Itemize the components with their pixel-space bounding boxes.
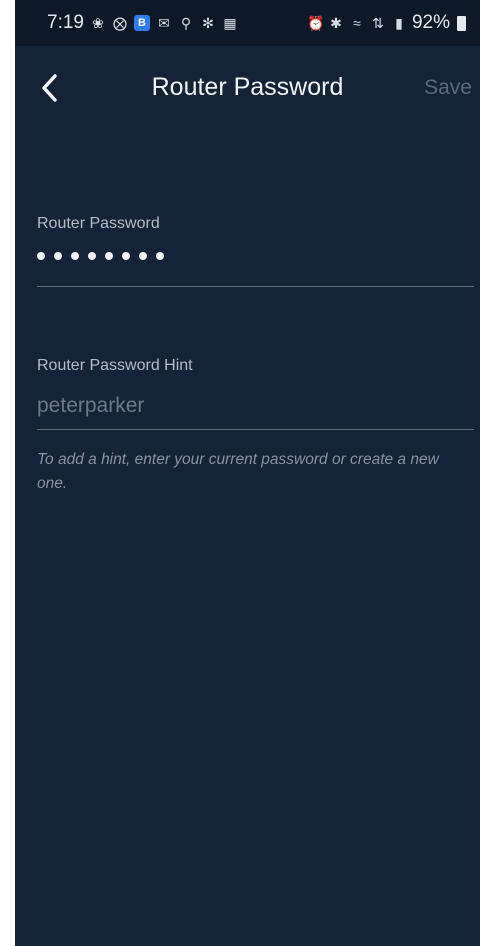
password-mask-dot <box>88 252 96 260</box>
blue-app-icon: B <box>133 15 150 31</box>
password-mask-dot <box>71 252 79 260</box>
status-bar: 7:19 ❀ ⨂ B ✉ ⚲ ✻ ▦ ⏰ ✱ ≈ ⇅ ▮ 92% <box>15 0 480 46</box>
status-bar-right: ⏰ ✱ ≈ ⇅ ▮ 92% <box>307 12 466 34</box>
password-mask-dot <box>37 252 45 260</box>
password-mask-dot <box>122 252 130 260</box>
password-underline <box>37 286 474 287</box>
password-mask-dot <box>54 252 62 260</box>
hint-label: Router Password Hint <box>37 357 193 374</box>
save-button[interactable]: Save <box>424 76 472 100</box>
page-title: Router Password <box>151 73 344 101</box>
wifi-icon: ≈ <box>353 15 361 31</box>
hint-input[interactable] <box>37 394 474 418</box>
battery-percent: 92% <box>411 12 450 33</box>
password-mask-dot <box>156 252 164 260</box>
signal-icon: ▮ <box>395 15 403 31</box>
mail-icon: ✉ <box>158 15 170 31</box>
status-time: 7:19 <box>47 12 84 33</box>
alarm-icon: ⏰ <box>306 15 325 31</box>
password-field[interactable] <box>37 252 164 260</box>
hint-underline <box>37 429 474 430</box>
password-label: Router Password <box>37 215 160 232</box>
calendar-icon: ▦ <box>223 15 237 31</box>
password-mask-dot <box>139 252 147 260</box>
password-mask-dot <box>105 252 113 260</box>
battery-icon <box>457 15 466 31</box>
pinwheel-icon: ❀ <box>92 15 104 31</box>
status-bar-left: 7:19 ❀ ⨂ B ✉ ⚲ ✻ ▦ <box>47 12 238 34</box>
slack-icon: ⨂ <box>112 15 127 31</box>
helper-text: To add a hint, enter your current passwo… <box>37 451 439 492</box>
bluetooth-icon: ✱ <box>330 15 342 31</box>
settings-flower-icon: ✻ <box>202 15 214 31</box>
lte-icon: ⇅ <box>372 15 384 31</box>
trophy-icon: ⚲ <box>180 15 192 31</box>
app-screen: 7:19 ❀ ⨂ B ✉ ⚲ ✻ ▦ ⏰ ✱ ≈ ⇅ ▮ 92% Router … <box>15 0 480 946</box>
